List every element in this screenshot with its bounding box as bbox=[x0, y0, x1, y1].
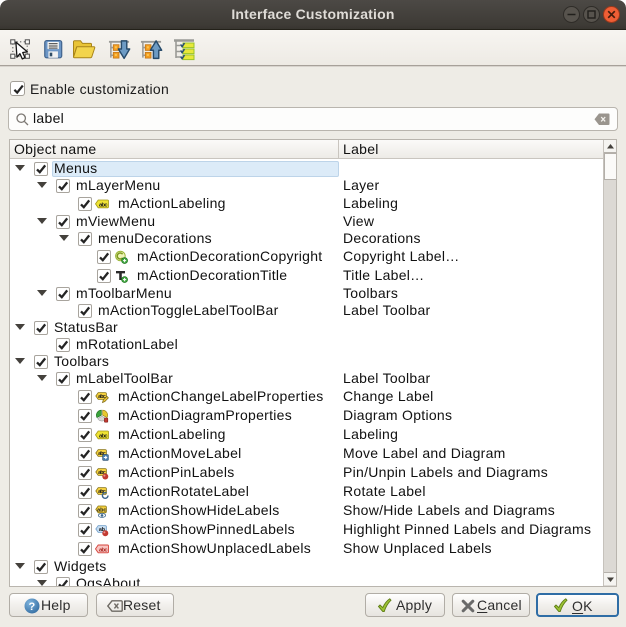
svg-text:?: ? bbox=[29, 601, 36, 613]
